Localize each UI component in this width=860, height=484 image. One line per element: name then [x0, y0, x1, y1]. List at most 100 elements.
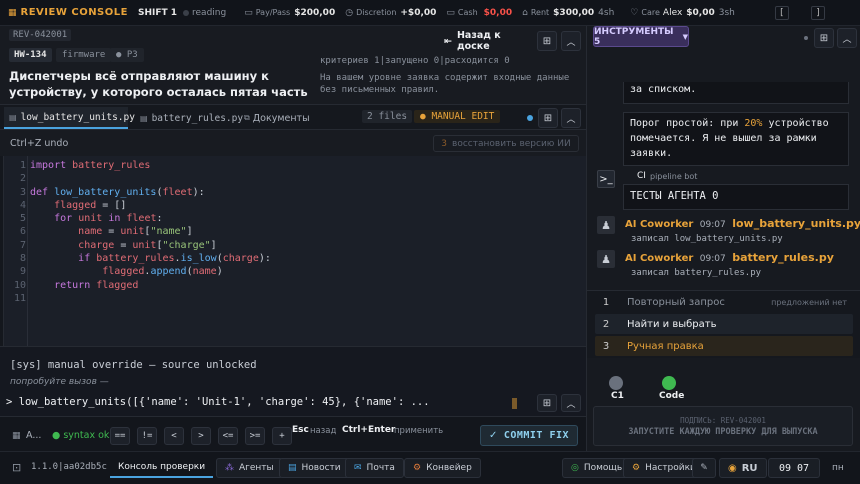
tab-battery-rules[interactable]: ▤ battery_rules.py — [135, 107, 243, 129]
code-line: 10 return flagged — [13, 279, 139, 291]
chat-entry: AI Coworker 09:07 low_battery_units.py — [625, 217, 860, 230]
grid-view-button[interactable]: ⊞ — [537, 31, 557, 51]
discretion-stat: ◷ Discretion +$0,00 — [345, 7, 437, 18]
sync-dot-icon — [527, 115, 533, 121]
enter-label: применить — [394, 426, 444, 436]
code-line: 9 flagged.append(name) — [19, 266, 223, 278]
editor-collapse-button[interactable]: ︿ — [561, 108, 581, 128]
mail-button[interactable]: ✉ Почта — [345, 458, 404, 478]
syntax-status: ● syntax ok — [52, 430, 110, 441]
brand-title: REVIEW CONSOLE — [20, 7, 128, 18]
workflow-steps: 1 Повторный запрос предложений нет 2 Най… — [587, 290, 860, 358]
shift-indicator: SHIFT 1 reading — [137, 7, 227, 18]
tools-button[interactable]: ✎ — [692, 458, 716, 478]
agents-button[interactable]: ⁂ Агенты — [216, 458, 283, 478]
news-icon: ▤ — [288, 463, 297, 473]
agent-tests-box: ТЕСТЫ АГЕНТА 0 — [623, 184, 849, 210]
console-input[interactable]: > low_battery_units([{'name': 'Unit-1', … — [6, 396, 496, 408]
cash-icon: ▭ — [446, 7, 455, 18]
paypass-stat: ▭ Pay/Pass $200,00 — [244, 7, 336, 18]
tools-dropdown[interactable]: ИНСТРУМЕНТЫ 5 ▼ — [593, 26, 689, 47]
chat-entry: AI Coworker 09:07 battery_rules.py — [625, 251, 834, 264]
language-button[interactable]: ◉ RU — [719, 458, 767, 478]
news-button[interactable]: ▤ Новости — [279, 458, 350, 478]
console-panel: [sys] manual override — source unlocked … — [0, 346, 586, 416]
bottom-nav-bar: ⊡ 1.1.0|aa02db5c Консоль проверки ⁂ Агент… — [0, 451, 860, 484]
ticket-category: firmware — [56, 48, 112, 62]
grid-icon: ⊞ — [819, 32, 829, 44]
mail-icon: ✉ — [354, 463, 362, 473]
op-neq-button[interactable]: != — [137, 427, 157, 445]
chat-entry-action: записал battery_rules.py — [631, 268, 762, 278]
grid-icon: ⊞ — [542, 35, 552, 47]
next-key-button[interactable]: ] — [810, 5, 825, 20]
console-collapse-button[interactable]: ︿ — [561, 394, 581, 412]
tab-documents[interactable]: ⧉ Документы — [240, 107, 310, 129]
mode-dot-icon — [183, 9, 190, 16]
code-line: 3 def low_battery_units(fleet): — [19, 186, 205, 198]
op-eq-button[interactable]: == — [110, 427, 130, 445]
restore-ai-version-button[interactable]: 3 восстановить версию ИИ — [433, 135, 579, 152]
arrow-left-icon: ⇤ — [444, 35, 452, 47]
tab-review-console[interactable]: Консоль проверки — [110, 458, 214, 478]
file-icon: ▤ — [140, 113, 148, 123]
code-editor[interactable]: 1 import battery_rules 2 3 def low_battery… — [3, 156, 586, 346]
step-manual-edit[interactable]: 3 Ручная правка — [595, 336, 853, 356]
collapse-header-button[interactable]: ︿ — [561, 31, 581, 51]
autocomplete-label: A... — [26, 430, 42, 441]
prev-key-button[interactable]: [ — [774, 5, 789, 20]
panel-collapse-button[interactable]: ︿ — [837, 28, 857, 48]
panel-grid-button[interactable]: ⊞ — [814, 28, 834, 48]
code-line: 7 charge = unit["charge"] — [19, 239, 217, 251]
commit-fix-button[interactable]: ✓ COMMIT FIX — [480, 425, 578, 446]
chat-message-prev: за списком. — [623, 82, 849, 104]
esc-label: назад — [310, 426, 337, 436]
chat-entry-action: записал low_battery_units.py — [631, 234, 783, 244]
back-to-board-button[interactable]: ⇤ Назад к доске — [444, 30, 528, 52]
op-gt-button[interactable]: > — [191, 427, 211, 445]
signature-button[interactable]: ПОДПИСЬ: REV-042001 ЗАПУСТИТЕ КАЖДУЮ ПРО… — [593, 406, 853, 446]
ticket-priority: ● P3 — [110, 48, 144, 62]
tab-low-battery-units[interactable]: ▤ low_battery_units.py — [4, 107, 135, 129]
op-ge-button[interactable]: >= — [245, 427, 265, 445]
tools-bar: ИНСТРУМЕНТЫ 5 ▼ ⊞ ︿ — [592, 26, 857, 70]
editor-tabbar: ▤ low_battery_units.py ▤ battery_rules.p… — [0, 104, 586, 130]
pipeline-button[interactable]: ⚙ Конвейер — [404, 458, 481, 478]
globe-icon: ◉ — [728, 462, 737, 474]
status-dot-icon — [804, 36, 808, 40]
help-button[interactable]: ◎ Помощь — [562, 458, 632, 478]
clock-icon: ◷ — [345, 7, 354, 18]
cash-stat: ▭ Cash $0,00 — [446, 7, 513, 18]
chevron-up-icon: ︿ — [842, 34, 852, 45]
ticket-description: Диспетчеры всё отправляют машину к устро… — [9, 69, 308, 99]
step-find-select[interactable]: 2 Найти и выбрать — [595, 314, 853, 334]
clock-display: 09 07 — [768, 458, 820, 478]
wallet-icon: ▭ — [244, 7, 253, 18]
undo-bar: Ctrl+Z undo 3 восстановить версию ИИ — [0, 130, 586, 156]
editor-grid-button[interactable]: ⊞ — [538, 108, 558, 128]
op-plus-button[interactable]: + — [272, 427, 292, 445]
step-retry[interactable]: 1 Повторный запрос предложений нет — [595, 292, 853, 312]
console-grid-button[interactable]: ⊞ — [537, 394, 557, 412]
docs-icon: ⧉ — [244, 113, 250, 122]
ticket-id: REV-042001 — [9, 29, 72, 41]
caret-down-icon: ▼ — [682, 32, 688, 41]
criteria-line: критериев 1|запущено 0|расходится 0 — [320, 56, 510, 66]
op-lt-button[interactable]: < — [164, 427, 184, 445]
gear-icon: ⚙ — [632, 463, 641, 473]
code-status-label: Code — [659, 391, 685, 401]
chevron-up-icon: ︿ — [566, 399, 576, 410]
ai-avatar-icon: ♟ — [597, 250, 615, 268]
agents-icon: ⁂ — [225, 463, 234, 473]
code-line: 11 — [13, 292, 26, 304]
right-panel: ИНСТРУМЕНТЫ 5 ▼ ⊞ ︿ за списком. Порог пр… — [586, 26, 860, 451]
sidebar-toggle-icon[interactable]: ⊡ — [12, 461, 21, 474]
chat-message-threshold: Порог простой: при 20% устройство помеча… — [623, 112, 849, 166]
action-bar: ▦ A... ● syntax ok == != < > <= >= + Esc… — [0, 416, 586, 451]
op-le-button[interactable]: <= — [218, 427, 238, 445]
home-icon: ⌂ — [522, 7, 528, 18]
pipeline-id: CI — [637, 171, 646, 181]
ci-status-label: C1 — [611, 391, 624, 401]
version-label: 1.1.0|aa02db5c — [31, 462, 107, 472]
terminal-icon: >_ — [597, 170, 615, 188]
